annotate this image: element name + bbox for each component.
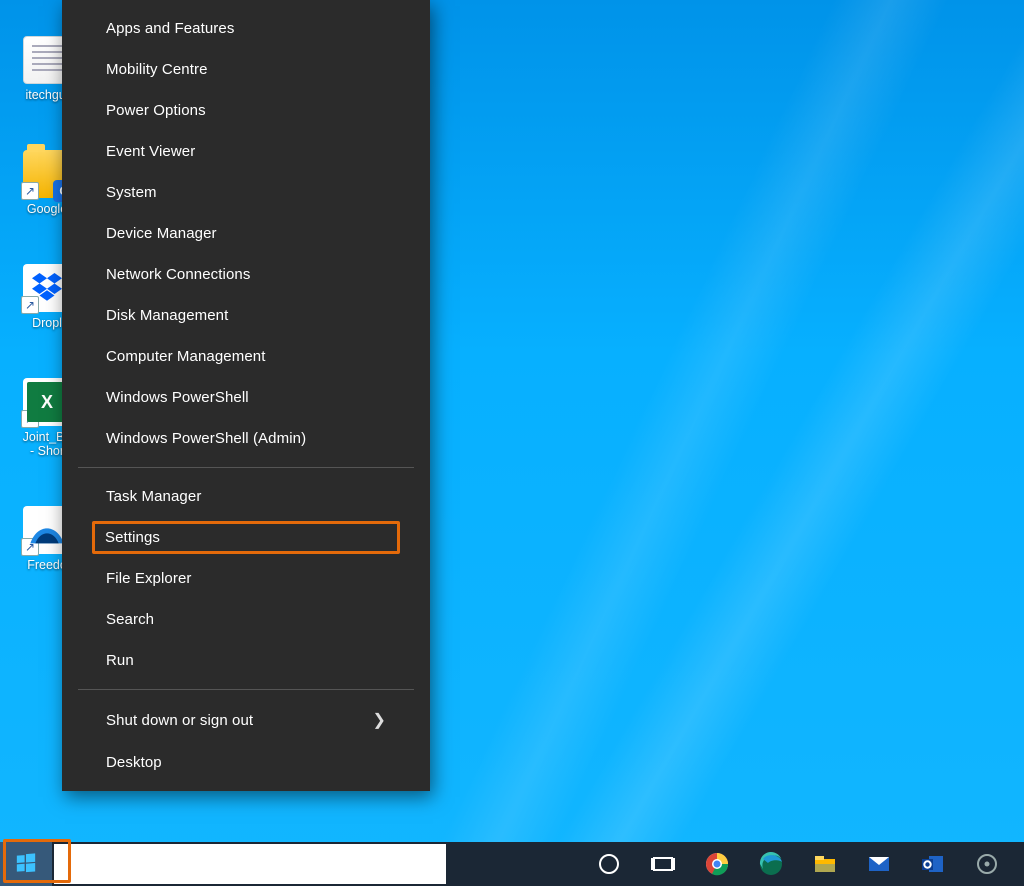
menu-item-label: Desktop [106,754,162,771]
menu-item-label: Computer Management [106,348,265,365]
menu-item-label: Device Manager [106,225,217,242]
chevron-right-icon: ❯ [372,710,386,730]
menu-item-label: File Explorer [106,570,192,587]
menu-item-settings[interactable]: Settings [92,521,400,554]
menu-item-run[interactable]: Run [62,640,430,681]
taskbar: Type here to search [0,842,1024,886]
file-explorer-icon[interactable] [810,849,840,879]
menu-item-shut-down-or-sign-out[interactable]: Shut down or sign out ❯ [62,698,430,742]
desktop-icon-label: Dropl [32,316,62,330]
windows-logo-icon [15,853,37,875]
label-line: - Shor [30,444,64,458]
menu-item-label: Disk Management [106,307,228,324]
menu-item-label: Search [106,611,154,628]
menu-separator [78,467,414,468]
outlook-icon[interactable] [918,849,948,879]
menu-item-task-manager[interactable]: Task Manager [62,476,430,517]
taskbar-search-box[interactable]: Type here to search [54,844,446,884]
menu-item-file-explorer[interactable]: File Explorer [62,558,430,599]
menu-item-label: Run [106,652,134,669]
menu-item-mobility-centre[interactable]: Mobility Centre [62,49,430,90]
menu-item-label: Shut down or sign out [106,712,253,729]
menu-item-power-options[interactable]: Power Options [62,90,430,131]
menu-item-search[interactable]: Search [62,599,430,640]
menu-item-label: Power Options [106,102,206,119]
edge-icon[interactable] [756,849,786,879]
menu-item-system[interactable]: System [62,172,430,213]
menu-item-label: Apps and Features [106,20,234,37]
menu-item-label: Windows PowerShell [106,389,249,406]
menu-item-label: Mobility Centre [106,61,208,78]
menu-item-label: Event Viewer [106,143,195,160]
menu-item-label: Network Connections [106,266,250,283]
menu-item-label: Settings [105,529,160,546]
desktop-background[interactable]: itechgui ↗ G Google ↗ Dropl ↗ X Joint_Bu [0,0,1024,886]
menu-item-computer-management[interactable]: Computer Management [62,336,430,377]
taskbar-pinned-apps [594,842,1024,886]
menu-item-disk-management[interactable]: Disk Management [62,295,430,336]
menu-item-apps-and-features[interactable]: Apps and Features [62,8,430,49]
mail-icon[interactable] [864,849,894,879]
menu-item-label: System [106,184,157,201]
menu-item-device-manager[interactable]: Device Manager [62,213,430,254]
desktop-icon-label: Freedo [27,558,67,572]
menu-item-network-connections[interactable]: Network Connections [62,254,430,295]
menu-item-event-viewer[interactable]: Event Viewer [62,131,430,172]
start-button[interactable] [0,842,52,886]
cortana-icon[interactable] [594,849,624,879]
menu-separator [78,689,414,690]
chrome-icon[interactable] [702,849,732,879]
task-view-icon[interactable] [648,849,678,879]
menu-item-windows-powershell-admin[interactable]: Windows PowerShell (Admin) [62,418,430,459]
circle-icon[interactable] [972,849,1002,879]
menu-item-desktop[interactable]: Desktop [62,742,430,783]
menu-item-label: Task Manager [106,488,201,505]
menu-item-windows-powershell[interactable]: Windows PowerShell [62,377,430,418]
menu-item-label: Windows PowerShell (Admin) [106,430,306,447]
winx-context-menu: Apps and Features Mobility Centre Power … [62,0,430,791]
shortcut-arrow-icon: ↗ [21,182,39,200]
